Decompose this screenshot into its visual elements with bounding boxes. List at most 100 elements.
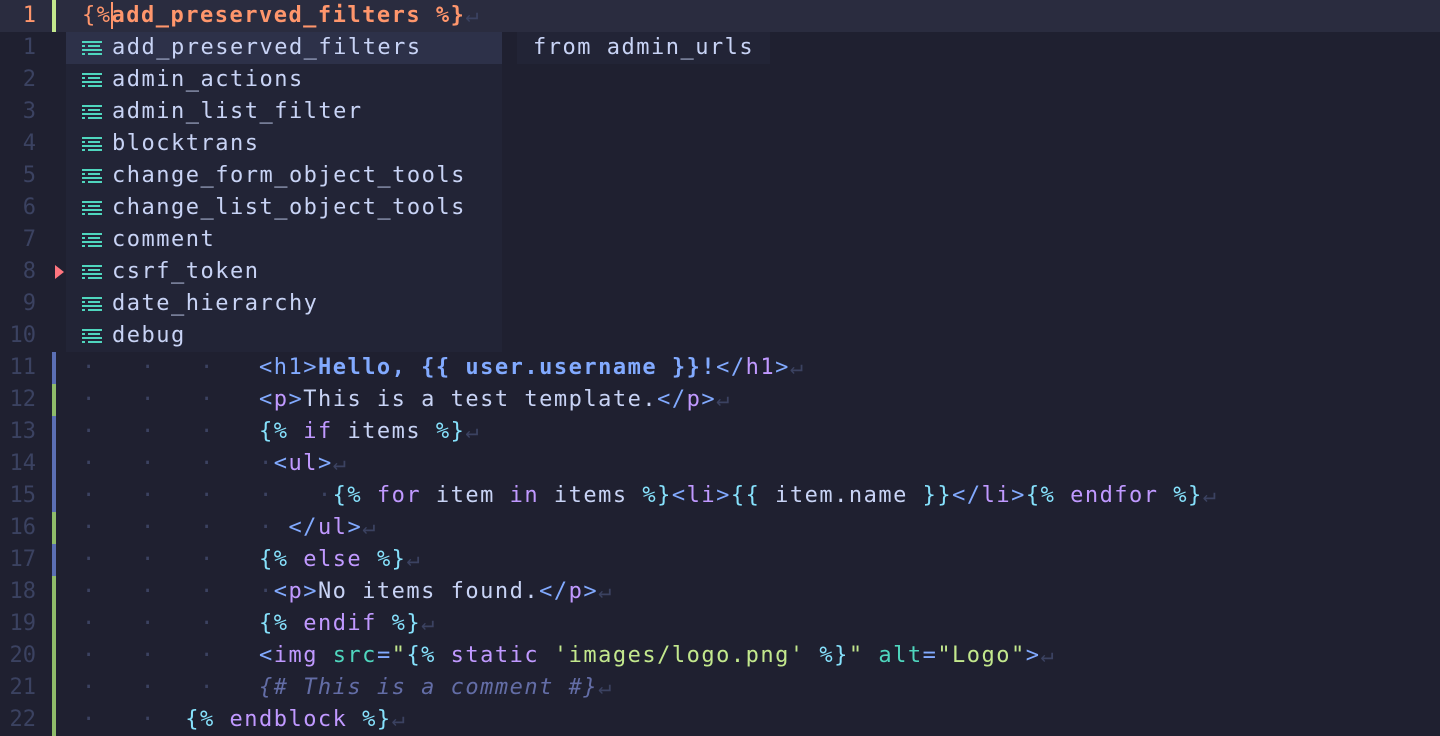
editor-line[interactable]: 16 · · · · </ul>↵ [0,512,1440,544]
line-code[interactable]: · · · <p>This is a test template.</p>↵ [82,384,731,416]
code-token: items [347,419,422,444]
indent-guide: · · · [82,675,259,700]
code-token: %} [1158,483,1203,508]
line-code[interactable]: · · · <img src="{% static 'images/logo.p… [82,640,1055,672]
code-token: < [258,355,274,380]
code-token: {% [258,419,289,444]
completion-item[interactable]: change_form_object_tools [66,160,502,192]
editor-line[interactable]: 15 · · · · ·{% for item in items %}<li>{{… [0,480,1440,512]
breakpoint-icon[interactable] [55,265,64,279]
code-editor[interactable]: 1 {%add_preserved_filters %}↵ 1234567891… [0,0,1440,736]
completion-item[interactable]: admin_actions [66,64,502,96]
completion-item[interactable]: blocktrans [66,128,502,160]
line-code[interactable]: · · · {% if items %}↵ [82,416,480,448]
completion-item[interactable]: comment [66,224,502,256]
code-token: h1 [745,355,776,380]
line-number: 5 [22,163,36,188]
code-token: > [347,515,363,540]
code-token: %} [376,547,407,572]
code-token: li [686,483,717,508]
git-sign [52,672,56,704]
code-token: {% [1025,483,1056,508]
code-token: endfor [1055,483,1159,508]
editor-line[interactable]: 13 · · · {% if items %}↵ [0,416,1440,448]
git-sign [52,416,56,448]
indent-guide: · · · [82,643,259,668]
eol-marker: ↵ [465,3,481,28]
code-token: " [848,643,864,668]
completion-item[interactable]: add_preserved_filters [66,32,502,64]
completion-item-label: date_hierarchy [112,291,319,316]
editor-line[interactable]: 21 · · · {# This is a comment #}↵ [0,672,1440,704]
code-token: for [362,483,436,508]
indent-guide: · · · · [82,579,274,604]
code-token: > [716,483,731,508]
line-code[interactable]: · · · ·<p>No items found.</p>↵ [82,576,613,608]
line-number: 15 [9,483,37,508]
line-code[interactable]: · · · · ·{% for item in items %}<li>{{ i… [82,480,1218,512]
eol-marker: ↵ [1040,643,1056,668]
tag-close: %} [421,3,466,28]
current-line[interactable]: 1 {%add_preserved_filters %}↵ [0,0,1440,32]
code-token: p [288,579,304,604]
code-token: > [303,355,318,380]
editor-line[interactable]: 20 · · · <img src="{% static 'images/logo… [0,640,1440,672]
line-number: 16 [9,515,37,540]
completion-item-label: change_list_object_tools [112,195,466,220]
line-code[interactable]: · · · {% else %}↵ [82,544,421,576]
editor-line[interactable]: 19 · · · {% endif %}↵ [0,608,1440,640]
line-number: 14 [9,451,37,476]
git-sign [52,576,56,608]
editor-line[interactable]: 14 · · · ·<ul>↵ [0,448,1440,480]
completion-item-label: change_form_object_tools [112,163,466,188]
editor-line[interactable]: 22 · · {% endblock %}↵ [0,704,1440,736]
tag-open: {% [82,3,112,28]
eol-marker: ↵ [421,611,436,636]
editor-line[interactable]: 12 · · · <p>This is a test template.</p>↵ [0,384,1440,416]
editor-line[interactable]: 11 · · · <h1>Hello, {{ user.username }}!<… [0,352,1440,384]
line-code[interactable]: · · · <h1>Hello, {{ user.username }}!</h… [82,352,805,384]
code-token: = [376,643,392,668]
code-token: {% [406,643,436,668]
line-code[interactable]: · · · · </ul>↵ [82,512,377,544]
code-token: > [775,355,790,380]
code-token: h1 [273,355,304,380]
indent-guide: · · · [82,355,259,380]
line-number: 13 [9,419,37,444]
code-token: < [671,483,687,508]
code-token: "Logo" [937,643,1026,668]
current-line-code[interactable]: {%add_preserved_filters %}↵ [82,0,480,32]
completion-item-label: admin_actions [112,67,304,92]
completion-item[interactable]: date_hierarchy [66,288,502,320]
completion-item-label: admin_list_filter [112,99,363,124]
code-token: ul [288,451,318,476]
git-sign [52,352,56,384]
indent-guide: · · · · [82,451,274,476]
line-code[interactable]: · · · ·<ul>↵ [82,448,347,480]
completion-menu[interactable]: add_preserved_filters admin_actions admin_… [66,32,502,352]
completion-item-label: debug [112,323,186,348]
line-number: 20 [9,643,37,668]
line-code[interactable]: · · · {% endif %}↵ [82,608,436,640]
text-snippet-icon [82,105,102,119]
completion-item[interactable]: change_list_object_tools [66,192,502,224]
line-code[interactable]: · · {% endblock %}↵ [82,704,406,736]
code-token: li [981,483,1012,508]
editor-line[interactable]: 18 · · · ·<p>No items found.</p>↵ [0,576,1440,608]
line-code[interactable]: · · · {# This is a comment #}↵ [82,672,613,704]
editor-line[interactable]: 17 · · · {% else %}↵ [0,544,1440,576]
code-token: 'images/logo.png' [553,643,805,668]
completion-item[interactable]: admin_list_filter [66,96,502,128]
completion-item[interactable]: csrf_token [66,256,502,288]
eol-marker: ↵ [1202,483,1218,508]
git-sign [52,704,56,736]
completion-item[interactable]: debug [66,320,502,352]
line-number: 6 [22,195,36,220]
code-token: No items found. [317,579,540,604]
code-token: </ [952,483,982,508]
text-snippet-icon [82,233,102,247]
eol-marker: ↵ [716,387,731,412]
line-number: 1 [22,35,36,60]
code-token: p [273,387,289,412]
indent-guide: · · · [82,547,259,572]
